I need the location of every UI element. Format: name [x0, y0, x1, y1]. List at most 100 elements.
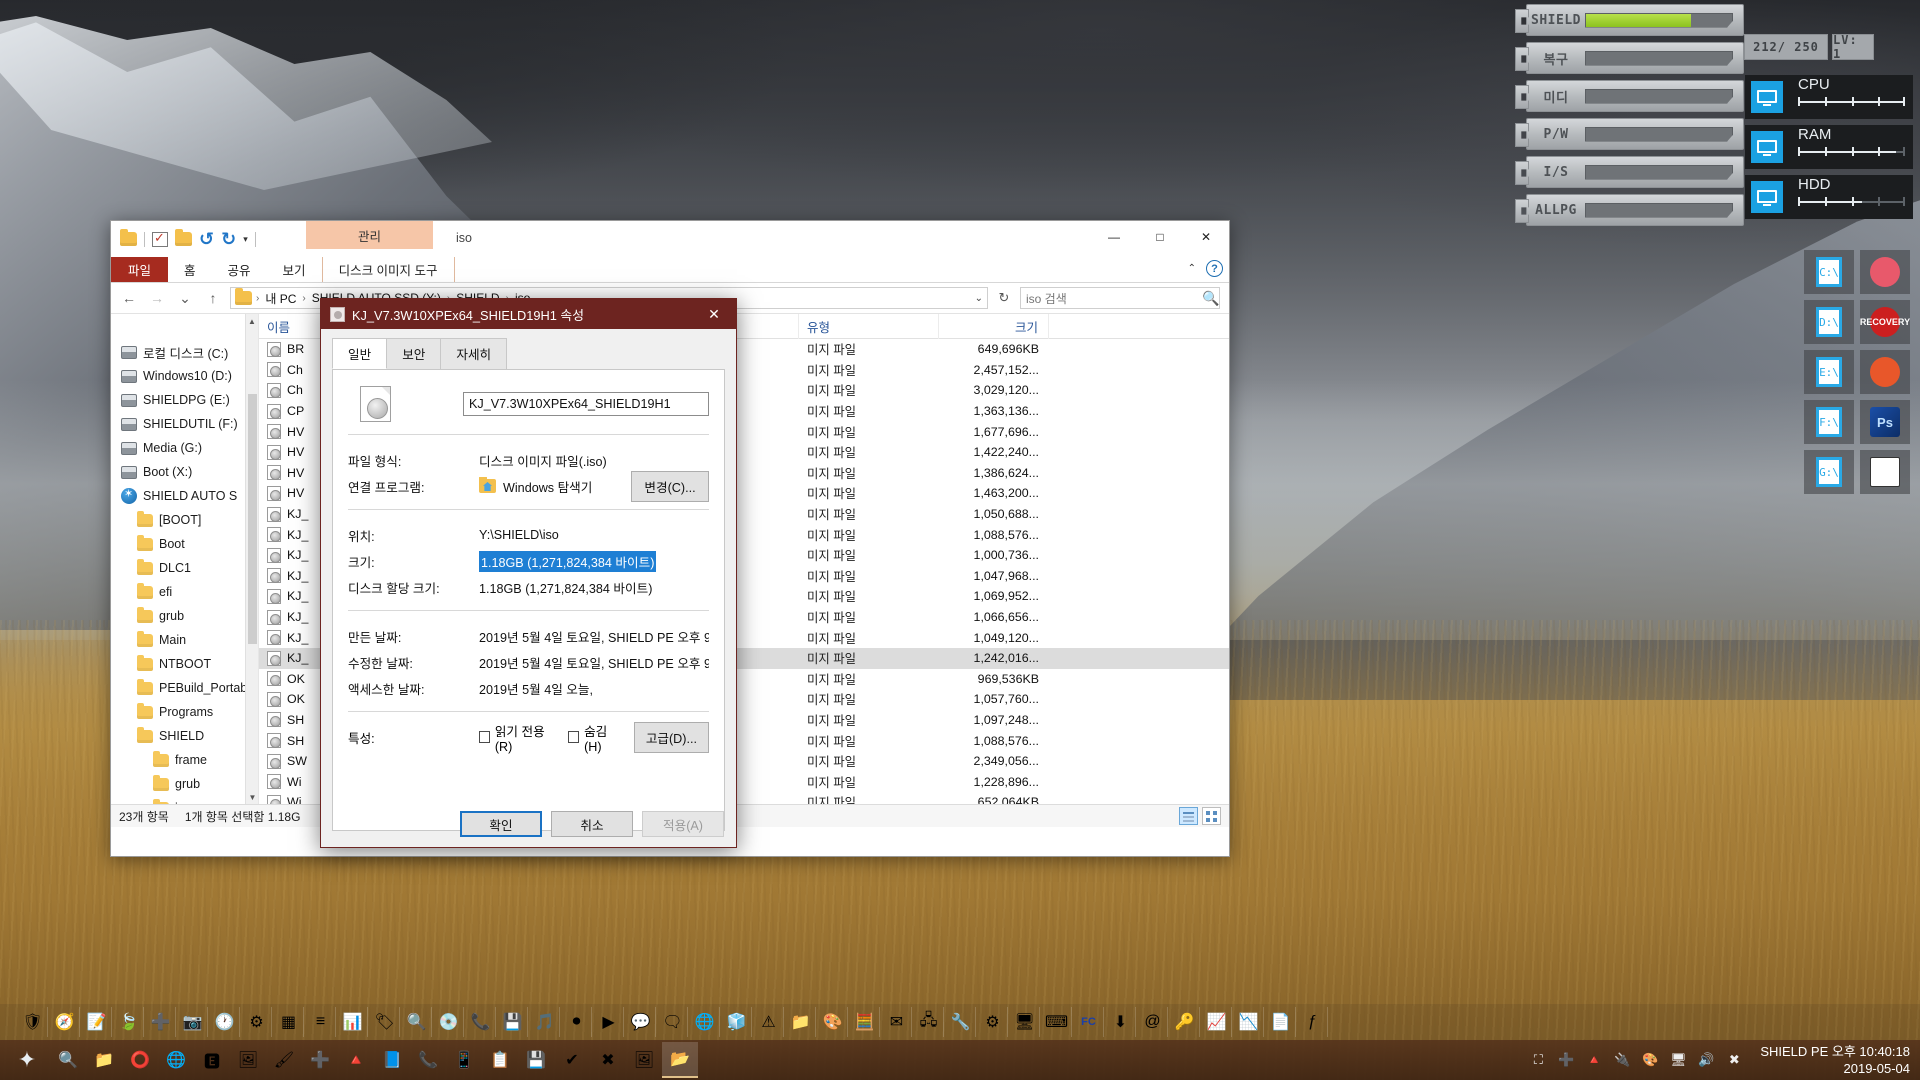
photoshop-icon[interactable]: Ps [1860, 400, 1910, 444]
camera-icon[interactable]: 📷 [178, 1007, 208, 1037]
tab-details[interactable]: 자세히 [440, 338, 508, 369]
search-icon[interactable]: 🔍 [50, 1042, 86, 1078]
sidebar-item-main[interactable]: Main [111, 628, 258, 652]
cancel-button[interactable]: 취소 [551, 811, 633, 837]
red-arrow-icon[interactable]: 🔺 [1584, 1050, 1604, 1070]
gadget-icon-grid[interactable]: C:\ D:\ RECOVERY E:\ F:\ Ps G:\ [1804, 250, 1914, 500]
breadcrumb-dropdown-icon[interactable]: ⌄ [975, 293, 983, 304]
plus-icon[interactable]: ➕ [146, 1007, 176, 1037]
dialog-titlebar[interactable]: KJ_V7.3W10XPEx64_SHIELD19H1 속성 ✕ [321, 299, 736, 329]
record-icon[interactable]: ⏺ [562, 1007, 592, 1037]
filename-field[interactable]: KJ_V7.3W10XPEx64_SHIELD19H1 [463, 392, 709, 416]
tab-disc-image-tools[interactable]: 디스크 이미지 도구 [321, 257, 455, 282]
sidebar-item-boot-x[interactable]: Boot (X:) [111, 460, 258, 484]
shield-logo-icon[interactable]: 🛡 [18, 1007, 48, 1037]
system-tray[interactable]: ⛶ ➕ 🔺 🔌 🎨 🖥 🔊 ✖ SHIELD PE 오후 10:40:18 2019-05-0… [1528, 1040, 1920, 1080]
disc-icon[interactable]: 💿 [434, 1007, 464, 1037]
scroll-down-icon[interactable]: ▼ [246, 790, 258, 804]
old-pc-icon[interactable] [1860, 450, 1910, 494]
check-icon[interactable]: ✔ [554, 1042, 590, 1078]
circle-icon[interactable]: ⭕ [122, 1042, 158, 1078]
sidebar-item-shieldutil-f[interactable]: SHIELDUTIL (F:) [111, 412, 258, 436]
sidebar-item-efi[interactable]: efi [111, 580, 258, 604]
sidebar-item-boot[interactable]: Boot [111, 532, 258, 556]
leaf-icon[interactable]: 🍃 [114, 1007, 144, 1037]
sidebar-item-programs[interactable]: Programs [111, 700, 258, 724]
tab-view[interactable]: 보기 [267, 257, 322, 282]
grid-icon[interactable]: ▦ [274, 1007, 304, 1037]
forward-button[interactable]: → [146, 287, 168, 309]
tablet-icon[interactable]: 📋 [482, 1042, 518, 1078]
search-input[interactable]: iso 검색 [1020, 287, 1220, 309]
remote-desktop-icon[interactable] [1860, 250, 1910, 294]
checkbox-icon[interactable] [568, 731, 580, 743]
readonly-checkbox[interactable]: 읽기 전용(R) [478, 721, 554, 754]
recent-locations-icon[interactable]: ⌄ [174, 287, 196, 309]
kakao-icon[interactable]: 🗨 [658, 1007, 688, 1037]
sidebar-item-imgs[interactable]: imgs [111, 796, 258, 804]
gallery-icon[interactable]: 🖼 [626, 1042, 662, 1078]
sidebar-item-ntboot[interactable]: NTBOOT [111, 652, 258, 676]
calc-icon[interactable]: 🧮 [850, 1007, 880, 1037]
triangle-icon[interactable]: 🔺 [338, 1042, 374, 1078]
keyboard-icon[interactable]: ⌨ [1042, 1007, 1072, 1037]
tab-general[interactable]: 일반 [332, 338, 388, 369]
wrench-icon[interactable]: 🔧 [946, 1007, 976, 1037]
drive-shortcut-g[interactable]: G:\ [1804, 450, 1854, 494]
hidden-checkbox[interactable]: 숨김(H) [568, 721, 619, 754]
close-icon[interactable]: ✕ [698, 299, 730, 329]
floppy-icon[interactable]: 💾 [518, 1042, 554, 1078]
gear-icon[interactable]: ⚙ [978, 1007, 1008, 1037]
drive-icon[interactable]: 💾 [498, 1007, 528, 1037]
tab-file[interactable]: 파일 [111, 257, 169, 282]
tag-icon[interactable]: 🏷 [370, 1007, 400, 1037]
ribbon-right-controls[interactable]: ⌃ ? [1188, 260, 1223, 277]
properties-dialog[interactable]: KJ_V7.3W10XPEx64_SHIELD19H1 속성 ✕ 일반 보안 자… [320, 298, 737, 848]
compass-icon[interactable]: 🧭 [50, 1007, 80, 1037]
close-button[interactable]: ✕ [1183, 221, 1229, 252]
edge-icon[interactable]: 🅴 [194, 1042, 230, 1078]
sidebar-item-dlc1[interactable]: DLC1 [111, 556, 258, 580]
details-view-icon[interactable] [1179, 807, 1198, 825]
sidebar-item-boot[interactable]: [BOOT] [111, 508, 258, 532]
sidebar-item-windows10-d[interactable]: Windows10 (D:) [111, 364, 258, 388]
photo-icon[interactable]: 🖼 [230, 1042, 266, 1078]
sidebar-item-pebuild-portab[interactable]: PEBuild_Portab [111, 676, 258, 700]
large-icons-view-icon[interactable] [1202, 807, 1221, 825]
at-shield-icon[interactable]: @ [1138, 1007, 1168, 1037]
download-icon[interactable]: ⬇ [1106, 1007, 1136, 1037]
column-header-type[interactable]: 유형 [799, 314, 939, 339]
chat-icon[interactable]: 💬 [626, 1007, 656, 1037]
taskbar-pinned-apps[interactable]: 🔍 📁 ⭕ 🌐 🅴 🖼 🖌 ➕ 🔺 📘 📞 📱 📋 💾 ✔ ✖ 🖼 📂 [50, 1042, 698, 1078]
tab-home[interactable]: 홈 [168, 257, 212, 282]
quick-launch-bar[interactable]: 🛡 🧭 📝 🍃 ➕ 📷 🕐 ⚙ ▦ ≡ 📊 🏷 🔍 💿 📞 💾 🎵 ⏺ ▶ 💬 🗨 🌐 🧊 ⚠ 📁 🎨 🧮 ✉ 🖧 🔧 ⚙ 🖥 ⌨ FC ⬇ @ 🔑 📈 📉… [0, 1004, 1920, 1040]
explorer-titlebar[interactable]: ↺ ↻ ▾ 관리 iso — □ ✕ [111, 221, 1229, 257]
mail-icon[interactable]: ✉ [882, 1007, 912, 1037]
view-buttons[interactable] [1179, 807, 1221, 825]
maximize-button[interactable]: □ [1137, 221, 1183, 252]
drive-shortcut-f[interactable]: F:\ [1804, 400, 1854, 444]
drive-shortcut-d[interactable]: D:\ [1804, 300, 1854, 344]
sidebar-item-grub[interactable]: grub [111, 604, 258, 628]
book-icon[interactable]: 📘 [374, 1042, 410, 1078]
tab-security[interactable]: 보안 [386, 338, 442, 369]
new-folder-icon[interactable] [175, 229, 192, 246]
sidebar-item-shieldpg-e[interactable]: SHIELDPG (E:) [111, 388, 258, 412]
back-button[interactable]: ← [118, 287, 140, 309]
mobile-icon[interactable]: 📱 [446, 1042, 482, 1078]
folder-icon[interactable] [120, 229, 137, 246]
refresh-icon[interactable]: ↻ [994, 287, 1014, 309]
search-icon[interactable]: 🔍 [402, 1007, 432, 1037]
dialog-action-buttons[interactable]: 확인 취소 적용(A) [321, 801, 736, 847]
shield-gadget-panel[interactable]: SHIELD 복구 미디 P/W I/S ALLPG 212/ 250 LV: 1 CPU… [1515, 0, 1920, 520]
clock-icon[interactable]: 🕐 [210, 1007, 240, 1037]
help-icon[interactable]: ? [1206, 260, 1223, 277]
value-size[interactable]: 1.18GB (1,271,824,384 바이트) [479, 550, 657, 572]
folder-explorer-icon[interactable]: 📁 [86, 1042, 122, 1078]
display-icon[interactable]: 🖥 [1010, 1007, 1040, 1037]
volume-icon[interactable]: 🔊 [1696, 1050, 1716, 1070]
change-program-button[interactable]: 변경(C)... [631, 470, 709, 502]
cube-icon[interactable]: 🧊 [722, 1007, 752, 1037]
advanced-button[interactable]: 고급(D)... [633, 721, 709, 753]
notes-icon[interactable]: 📝 [82, 1007, 112, 1037]
